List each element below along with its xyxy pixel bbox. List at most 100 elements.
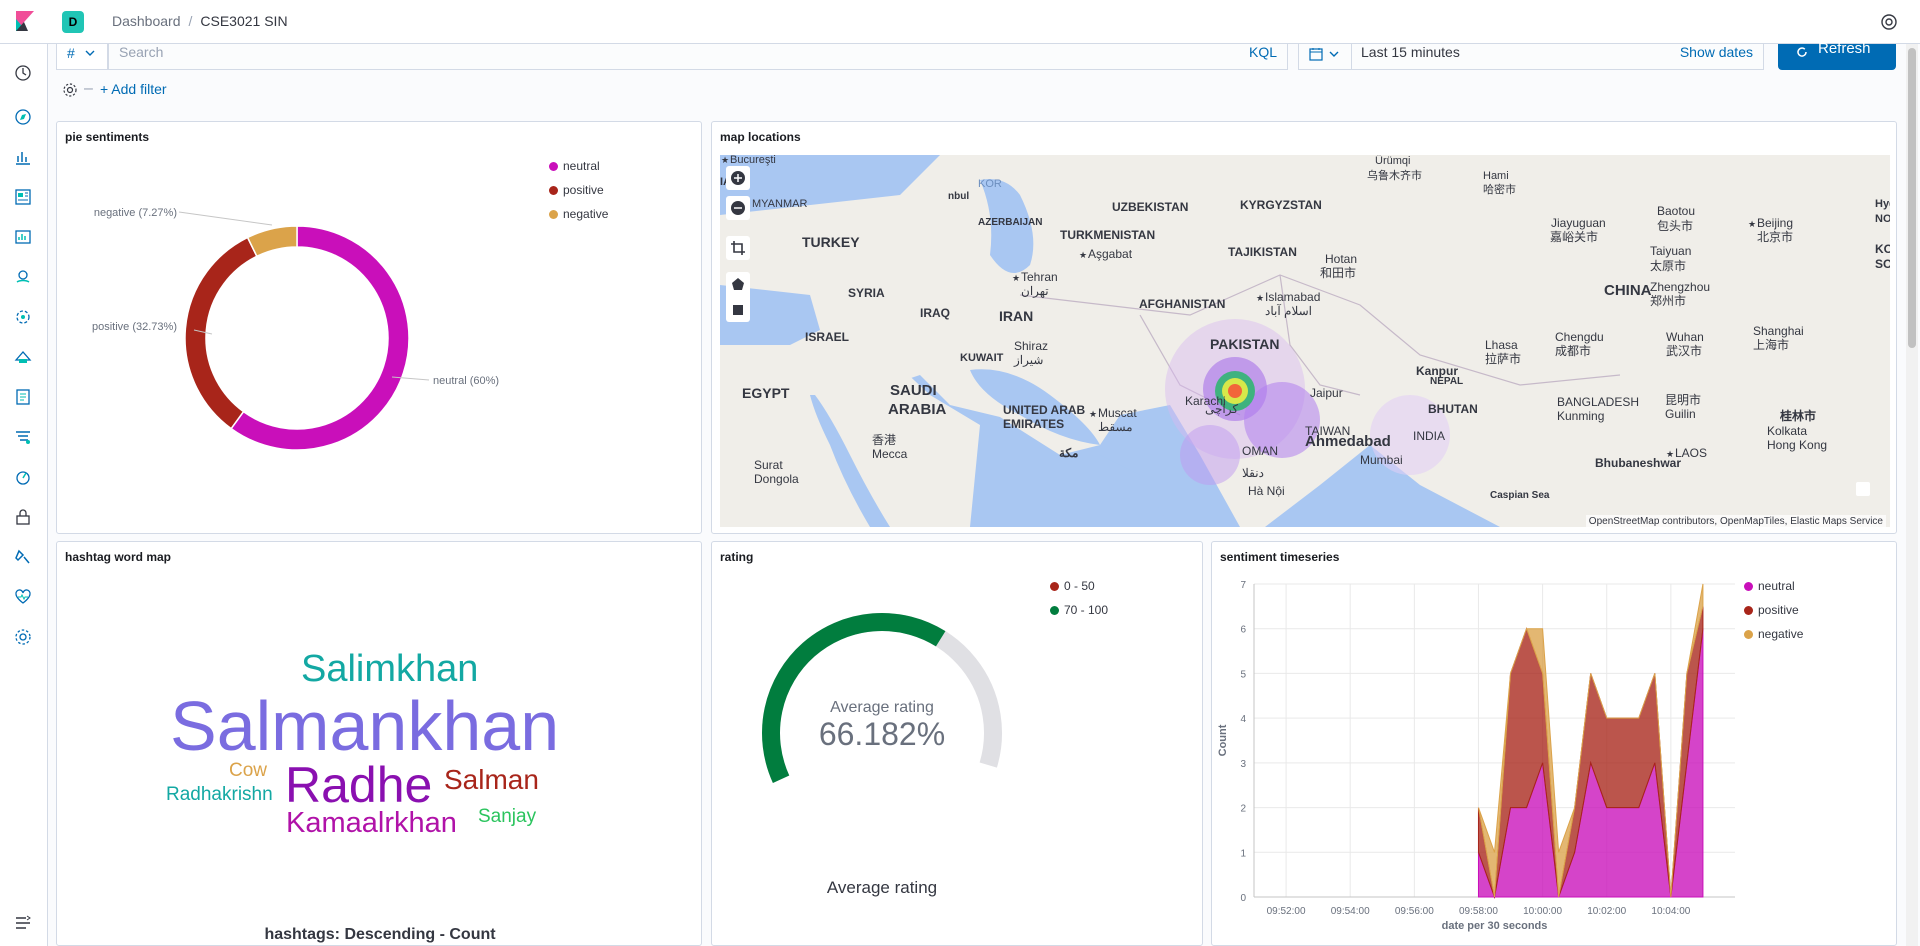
hash-icon: # [67,45,75,61]
map-place-label: BANGLADESH [1557,395,1639,409]
word-cow[interactable]: Cow [229,760,267,782]
map-place-label: MYANMAR [752,198,807,210]
x-tick-label: 09:58:00 [1459,906,1498,917]
space-avatar[interactable]: D [62,11,84,33]
map-place-label: شیراز [1013,353,1043,367]
recent-clock-icon[interactable] [14,64,32,82]
map-place-label: Kunming [1557,409,1604,423]
map-place-label: مسقط [1098,420,1133,434]
map-place-label: Beijing [1757,216,1793,230]
pie-slice-neutral[interactable] [230,225,410,451]
map-place-label: 包头市 [1657,218,1693,233]
uptime-icon[interactable] [14,468,32,486]
security-lock-icon[interactable] [14,508,32,526]
filter-settings-gear-icon[interactable] [62,82,78,98]
discover-compass-icon[interactable] [14,108,32,126]
rating-panel: rating 0 - 50 70 - 100 Average rating 66… [711,541,1203,946]
date-picker[interactable]: Last 15 minutes Show dates [1298,44,1764,70]
pie-data-label: neutral (60%) [433,375,499,387]
map-place-label: Jaipur [1310,386,1343,400]
wordmap-caption: hashtags: Descending - Count [264,926,496,943]
word-kamaalrkhan[interactable]: Kamaalrkhan [286,807,457,840]
draw-tools [726,272,750,322]
quick-menu-button[interactable] [1299,44,1352,69]
map-place-label: 哈密市 [1483,182,1516,196]
y-tick-label: 4 [1240,714,1246,725]
y-tick-label: 7 [1240,580,1246,591]
monitoring-heart-icon[interactable] [14,588,32,606]
word-radhakrishn[interactable]: Radhakrishn [166,784,273,806]
side-navigation [0,44,48,946]
date-range-label[interactable]: Last 15 minutes [1361,44,1460,60]
map-place-label: CHINA [1604,282,1652,299]
maps-icon[interactable] [14,268,32,286]
breadcrumb-dashboard[interactable]: Dashboard [112,13,181,29]
fit-bounds-button[interactable] [726,236,750,260]
pie-slice-negative[interactable] [246,225,298,258]
search-placeholder: Search [119,44,164,60]
map-place-label: EMIRATES [1003,417,1064,431]
kibana-logo[interactable] [14,11,36,33]
visualize-chart-icon[interactable] [14,148,32,166]
pie-label-leader [178,211,273,226]
minus-icon [731,201,745,215]
map-place-label: 太原市 [1650,258,1686,273]
map-place-label: Hyderabad [1875,198,1890,210]
kql-toggle[interactable]: KQL [1249,44,1277,60]
dashboard-icon[interactable] [14,188,32,206]
map-place-label: Hà Nội [1248,484,1285,498]
x-tick-label: 09:52:00 [1267,906,1306,917]
pie-slice-positive[interactable] [184,236,258,430]
draw-polygon-icon[interactable] [726,272,750,296]
ml-icon[interactable] [14,308,32,326]
logs-icon[interactable] [14,388,32,406]
y-tick-label: 3 [1240,759,1246,770]
refresh-label: Refresh [1818,40,1871,57]
map-place-label: ARABIA [888,401,946,418]
help-icon[interactable] [1880,13,1898,31]
infrastructure-icon[interactable] [14,348,32,366]
map-place-label: KUWAIT [960,352,1004,364]
show-dates-link[interactable]: Show dates [1680,44,1753,60]
word-sanjay[interactable]: Sanjay [478,806,536,828]
add-filter-button[interactable]: + Add filter [100,81,167,97]
map-place-label: كراچى [1205,402,1238,416]
pie-sentiments-panel: pie sentiments neutral positive negative… [56,121,702,534]
zoom-out-button[interactable] [726,196,750,220]
canvas-icon[interactable] [14,228,32,246]
map-place-label: Aşgabat [1088,247,1133,261]
map-place-label: Chengdu [1555,330,1604,344]
map-place-label: دنقلا [1242,466,1264,480]
map-place-label: Mecca [872,447,908,461]
map-place-label: Dongola [754,472,799,486]
plus-icon [731,171,745,185]
map-place-label: UZBEKISTAN [1112,200,1188,214]
word-salman[interactable]: Salman [444,764,539,796]
draw-rectangle-icon[interactable] [726,298,750,322]
zoom-in-button[interactable] [726,166,750,190]
refresh-button[interactable]: Refresh [1778,40,1896,70]
map-attribution[interactable]: OpenStreetMap contributors, OpenMapTiles… [1585,515,1886,528]
map-place-label: AFGHANISTAN [1139,297,1225,311]
word-salmankhan[interactable]: Salmankhan [170,686,559,766]
map-legend-toggle[interactable] [1856,482,1870,496]
apm-icon[interactable] [14,428,32,446]
search-input[interactable]: Search KQL [108,44,1288,70]
map-canvas[interactable]: ★ Bucureşti Ürümqi乌鲁木齐市 Hami哈密市TURKEYUZBEKI… [720,155,1890,527]
top-header: D Dashboard / CSE3021 SIN [0,0,1920,44]
map-place-label: Shanghai [1753,324,1804,338]
map-place-label: Caspian Sea [1490,490,1550,501]
map-place-label: 武汉市 [1666,343,1702,358]
map-place-label: TURKEY [802,234,860,250]
collapse-menu-icon[interactable] [14,914,32,932]
word-radhe[interactable]: Radhe [285,756,432,814]
map-place-label: EGYPT [742,385,790,401]
dev-tools-icon[interactable] [14,548,32,566]
x-tick-label: 10:02:00 [1587,906,1626,917]
map-place-label: Wuhan [1666,330,1704,344]
chevron-down-icon [1329,51,1339,57]
query-language-switcher[interactable]: # [56,44,108,70]
word-salimkhan[interactable]: Salimkhan [301,648,478,691]
scrollbar-thumb[interactable] [1908,48,1916,348]
management-gear-icon[interactable] [14,628,32,646]
